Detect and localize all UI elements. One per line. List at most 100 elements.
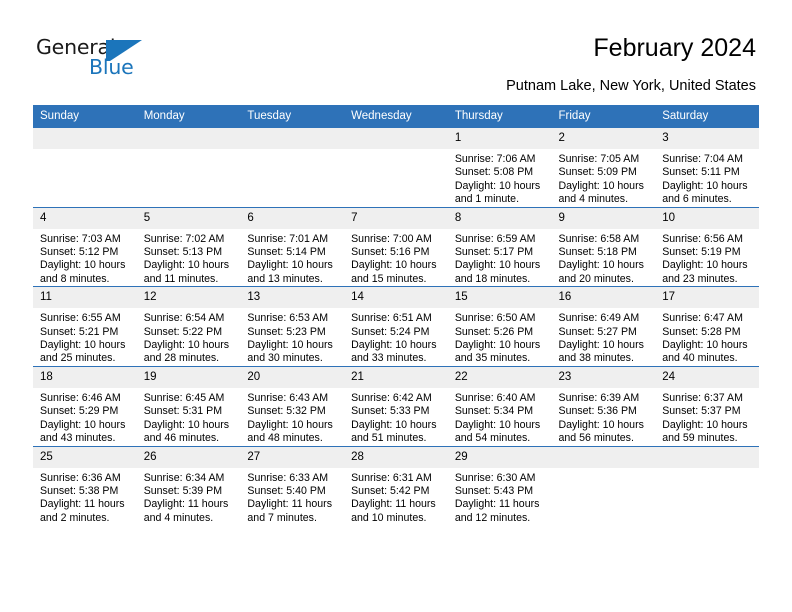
calendar-week-row: 11 Sunrise: 6:55 AM Sunset: 5:21 PM Dayligh… [33,286,759,367]
day-info-line: Sunrise: 6:53 AM [247,312,329,325]
day-info-line: and 51 minutes. [351,432,427,445]
day-info-line: Sunrise: 6:49 AM [558,312,640,325]
calendar-day-cell[interactable]: 11 Sunrise: 6:55 AM Sunset: 5:21 PM Dayligh… [33,286,137,367]
day-sun-info: Sunrise: 6:56 AM Sunset: 5:19 PM Daylight:… [655,229,759,287]
day-info-line: and 25 minutes. [40,352,116,365]
day-sun-info [137,149,241,153]
calendar-day-cell[interactable]: 8 Sunrise: 6:59 AM Sunset: 5:17 PM Daylight… [447,206,552,287]
calendar-day-cell[interactable]: 15 Sunrise: 6:50 AM Sunset: 5:26 PM Dayligh… [447,286,552,367]
day-info-line: and 12 minutes. [454,511,531,524]
calendar-day-cell[interactable]: 4 Sunrise: 7:03 AM Sunset: 5:12 PM Daylight… [33,206,137,287]
calendar-day-cell[interactable]: 9 Sunrise: 6:58 AM Sunset: 5:18 PM Daylight… [551,206,656,287]
calendar-day-cell[interactable]: 22 Sunrise: 6:40 AM Sunset: 5:34 PM Dayligh… [447,365,552,446]
calendar-day-cell[interactable]: 10 Sunrise: 6:56 AM Sunset: 5:19 PM Dayligh… [655,206,759,287]
calendar-day-cell[interactable]: 14 Sunrise: 6:51 AM Sunset: 5:24 PM Dayligh… [344,286,448,367]
day-info-line: Sunset: 5:24 PM [351,325,430,338]
day-sun-info: Sunrise: 6:51 AM Sunset: 5:24 PM Daylight:… [344,308,448,366]
day-info-line: Sunset: 5:27 PM [558,325,637,338]
day-info-line: and 18 minutes. [454,272,531,285]
calendar-day-cell[interactable]: 29 Sunrise: 6:30 AM Sunset: 5:43 PM Dayligh… [447,445,552,526]
day-sun-info [344,149,448,153]
day-info-line: Sunset: 5:38 PM [40,484,119,497]
calendar-day-cell[interactable]: 23 Sunrise: 6:39 AM Sunset: 5:36 PM Dayligh… [551,365,656,446]
day-info-line: and 28 minutes. [143,352,220,365]
day-sun-info: Sunrise: 7:02 AM Sunset: 5:13 PM Daylight:… [137,229,241,287]
calendar-day-cell[interactable]: 19 Sunrise: 6:45 AM Sunset: 5:31 PM Dayligh… [136,365,241,446]
day-info-line: and 4 minutes. [558,193,629,206]
day-info-line: and 56 minutes. [558,432,634,445]
day-info-line: Daylight: 10 hours [662,259,748,272]
weekday-header-tuesday: Tuesday [240,105,345,128]
calendar-day-cell[interactable]: 13 Sunrise: 6:53 AM Sunset: 5:23 PM Dayligh… [240,286,345,367]
calendar-day-cell[interactable]: 1 Sunrise: 7:06 AM Sunset: 5:08 PM Daylight… [447,128,552,207]
calendar-day-cell[interactable]: 18 Sunrise: 6:46 AM Sunset: 5:29 PM Dayligh… [33,365,137,446]
day-info-line: Sunset: 5:32 PM [247,405,326,418]
day-number: 22 [447,366,552,388]
day-info-line: Sunrise: 6:36 AM [40,471,121,484]
day-number: 3 [655,128,759,149]
day-info-line: Daylight: 10 hours [662,179,748,192]
calendar-empty-cell [33,128,137,207]
day-number [240,128,345,149]
day-number: 13 [240,287,345,309]
day-info-line: Sunrise: 6:37 AM [662,391,743,404]
day-number: 27 [240,446,345,468]
day-info-line: Sunrise: 6:54 AM [143,312,225,325]
calendar-day-cell[interactable]: 27 Sunrise: 6:33 AM Sunset: 5:40 PM Dayligh… [240,445,345,526]
day-sun-info: Sunrise: 6:42 AM Sunset: 5:33 PM Daylight:… [344,388,448,446]
day-number: 17 [655,287,759,309]
calendar-day-cell[interactable]: 3 Sunrise: 7:04 AM Sunset: 5:11 PM Daylight… [655,128,759,207]
calendar-day-cell[interactable]: 26 Sunrise: 6:34 AM Sunset: 5:39 PM Dayligh… [136,445,241,526]
calendar-day-cell[interactable]: 7 Sunrise: 7:00 AM Sunset: 5:16 PM Daylight… [344,206,448,287]
calendar-day-cell[interactable]: 16 Sunrise: 6:49 AM Sunset: 5:27 PM Dayligh… [551,286,656,367]
day-info-line: Sunrise: 7:02 AM [143,232,225,245]
day-info-line: Daylight: 10 hours [40,259,126,272]
day-info-line: Daylight: 11 hours [40,498,125,511]
calendar-day-cell[interactable]: 25 Sunrise: 6:36 AM Sunset: 5:38 PM Dayligh… [33,445,137,526]
day-number: 6 [240,207,345,229]
day-info-line: Sunrise: 7:04 AM [662,153,743,165]
day-number: 4 [33,207,137,229]
day-info-line: Daylight: 10 hours [247,259,333,272]
calendar-table: Sunday Monday Tuesday Wednesday Thursday Frid… [33,105,759,526]
day-number: 2 [551,128,656,149]
day-sun-info: Sunrise: 6:34 AM Sunset: 5:39 PM Daylight:… [137,468,241,526]
day-sun-info: Sunrise: 6:33 AM Sunset: 5:40 PM Daylight:… [240,468,344,526]
calendar-day-cell[interactable]: 2 Sunrise: 7:05 AM Sunset: 5:09 PM Daylight… [551,128,656,207]
calendar-day-cell[interactable]: 21 Sunrise: 6:42 AM Sunset: 5:33 PM Dayligh… [344,365,448,446]
brand-logo[interactable]: General Blue [36,36,156,84]
calendar-day-cell[interactable]: 20 Sunrise: 6:43 AM Sunset: 5:32 PM Dayligh… [240,365,345,446]
day-number: 5 [136,207,241,229]
day-info-line: and 13 minutes. [247,272,323,285]
page-subtitle: Putnam Lake, New York, United States [506,78,756,94]
day-info-line: Daylight: 10 hours [558,259,644,272]
day-info-line: and 46 minutes. [143,432,220,445]
day-info-line: Daylight: 11 hours [143,498,229,511]
day-info-line: Daylight: 11 hours [351,498,436,511]
calendar-day-cell[interactable]: 17 Sunrise: 6:47 AM Sunset: 5:28 PM Dayligh… [655,286,759,367]
day-sun-info [33,149,137,153]
calendar-day-cell[interactable]: 28 Sunrise: 6:31 AM Sunset: 5:42 PM Dayligh… [344,445,448,526]
day-sun-info: Sunrise: 7:06 AM Sunset: 5:08 PM Daylight:… [448,149,552,207]
day-info-line: Sunrise: 6:56 AM [662,232,743,245]
calendar-grid: Sunday Monday Tuesday Wednesday Thursday Frid… [33,105,759,526]
day-number: 16 [551,287,656,309]
day-info-line: Sunrise: 6:30 AM [454,471,536,484]
day-info-line: Sunset: 5:19 PM [662,246,741,259]
calendar-day-cell[interactable]: 24 Sunrise: 6:37 AM Sunset: 5:37 PM Dayligh… [655,365,759,446]
day-info-line: Daylight: 10 hours [247,418,333,431]
calendar-day-cell[interactable]: 6 Sunrise: 7:01 AM Sunset: 5:14 PM Daylight… [240,206,345,287]
day-info-line: and 20 minutes. [558,272,634,285]
calendar-day-cell[interactable]: 12 Sunrise: 6:54 AM Sunset: 5:22 PM Dayligh… [136,286,241,367]
calendar-day-cell[interactable]: 5 Sunrise: 7:02 AM Sunset: 5:13 PM Daylight… [136,206,241,287]
day-info-line: and 23 minutes. [662,272,738,285]
day-info-line: Sunset: 5:33 PM [351,405,430,418]
day-number: 11 [33,287,137,309]
day-info-line: and 38 minutes. [558,352,634,365]
day-info-line: Sunset: 5:09 PM [558,166,637,179]
day-info-line: Daylight: 10 hours [558,179,644,192]
day-info-line: Sunrise: 7:06 AM [454,153,536,165]
day-info-line: and 35 minutes. [454,352,531,365]
day-number [136,128,241,149]
day-sun-info: Sunrise: 6:49 AM Sunset: 5:27 PM Daylight:… [552,308,656,366]
